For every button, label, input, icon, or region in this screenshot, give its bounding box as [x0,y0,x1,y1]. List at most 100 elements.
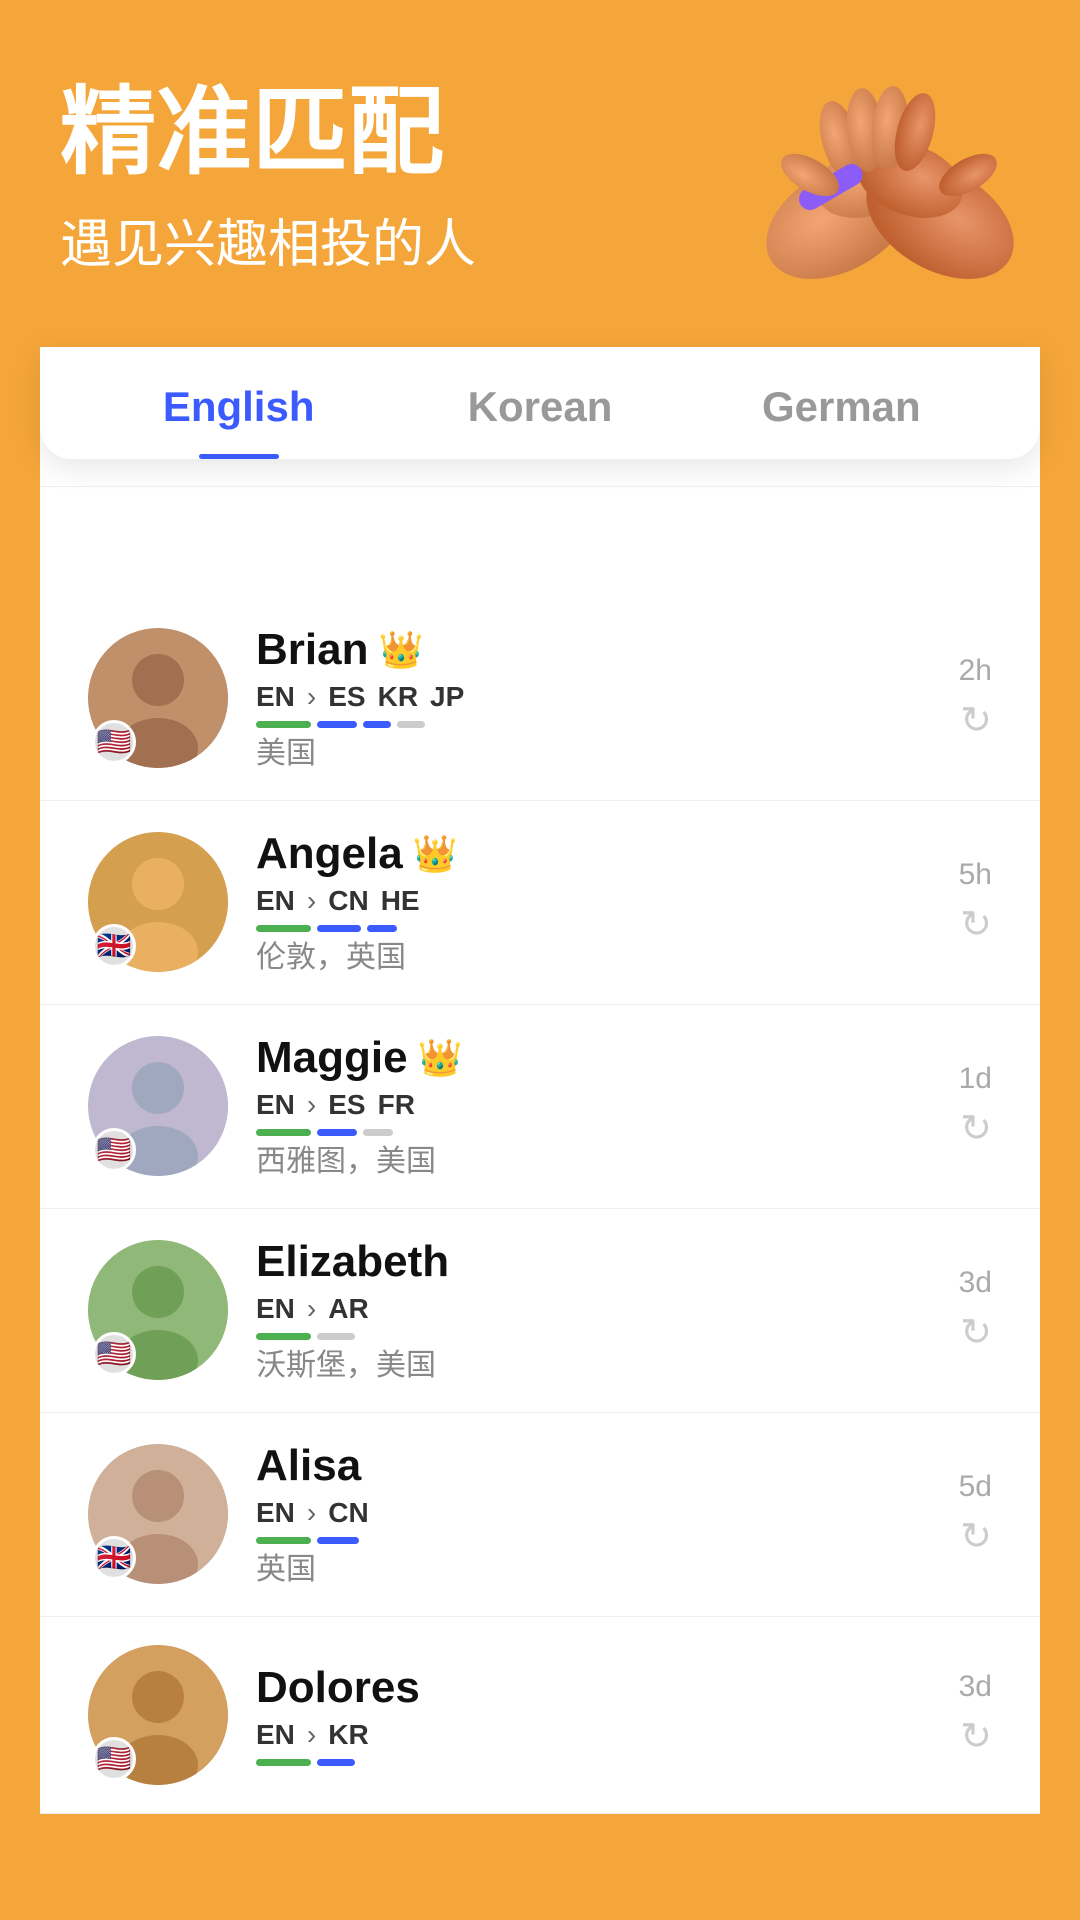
tab-english[interactable]: English [88,347,389,459]
refresh-icon[interactable]: ↻ [960,1310,992,1355]
proficiency-bars [256,1333,931,1340]
tab-korean[interactable]: Korean [389,347,690,459]
lang-to: KR [328,1719,368,1751]
proficiency-bar [256,1537,311,1544]
lang-from: EN [256,885,295,917]
avatar-wrap: 🇺🇸 [88,628,228,768]
lang-arrow-icon: › [307,1089,316,1121]
time-ago: 1d [959,1062,992,1096]
proficiency-bar [367,925,397,932]
lang-to: JP [430,681,464,713]
user-info: Angela 👑 EN ›CNHE 伦敦，英国 [256,829,931,976]
user-info: Maggie 👑 EN › ES FR 西雅图，美国 [256,1033,931,1180]
lang-from: EN [256,1089,295,1121]
lang-arrow-icon: › [307,1293,316,1325]
user-name-row: Maggie 👑 [256,1033,931,1083]
flag-badge: 🇺🇸 [92,1737,136,1781]
avatar-wrap: 🇬🇧 [88,832,228,972]
proficiency-bar [256,1333,311,1340]
tab-german[interactable]: German [691,347,992,459]
refresh-icon[interactable]: ↻ [960,1106,992,1151]
user-item[interactable]: 🇬🇧 Angela 👑 EN ›CNHE 伦敦，英国 5h ↻ [40,801,1040,1005]
lang-row: EN ›AR [256,1293,931,1325]
lang-from: EN [256,681,295,713]
lang-from: EN [256,1719,295,1751]
crown-icon: 👑 [413,833,458,875]
lang-row: EN ›ESKRJP [256,681,931,713]
user-item[interactable]: 🇬🇧 Alisa EN ›CN 英国 5d ↻ [40,1413,1040,1617]
flag-badge: 🇺🇸 [92,1128,136,1172]
time-ago: 3d [959,1670,992,1704]
lang-to: FR [378,1089,415,1121]
refresh-icon[interactable]: ↻ [960,1714,992,1759]
user-item[interactable]: 🇺🇸 Maggie 👑 EN › ES FR 西雅图，美国 1d ↻ [40,1005,1040,1209]
user-name: Dolores [256,1663,420,1713]
lang-arrow-icon: › [307,885,316,917]
lang-from: EN [256,1293,295,1325]
user-name-row: Alisa [256,1441,931,1491]
avatar-wrap: 🇺🇸 [88,1645,228,1785]
proficiency-bars [256,1129,931,1136]
proficiency-bar [317,1333,355,1340]
proficiency-bar [317,1129,357,1136]
user-info: Alisa EN ›CN 英国 [256,1441,931,1588]
proficiency-bar [317,1759,355,1766]
user-item[interactable]: 🇺🇸 Dolores EN › KR 3d ↻ [40,1617,1040,1814]
user-location: 英国 [256,1544,931,1588]
user-name: Alisa [256,1441,361,1491]
user-item[interactable]: 🇺🇸 Brian 👑 EN ›ESKRJP 美国 2h ↻ [40,597,1040,801]
flag-badge: 🇺🇸 [92,720,136,764]
proficiency-bars [256,721,931,728]
lang-row: EN › ES FR [256,1089,931,1121]
main-card: 系统匹配 ▾ 🔍 English Korean German 🇺🇸 [40,347,1040,1814]
language-tabs: English Korean German [40,347,1040,459]
refresh-icon[interactable]: ↻ [960,902,992,947]
proficiency-bars [256,1759,931,1766]
refresh-icon[interactable]: ↻ [960,698,992,743]
time-ago: 5d [959,1470,992,1504]
user-name: Elizabeth [256,1237,449,1287]
user-meta: 5d ↻ [959,1470,992,1559]
lang-row: EN › KR [256,1719,931,1751]
user-meta: 1d ↻ [959,1062,992,1151]
user-meta: 3d ↻ [959,1266,992,1355]
lang-to: ES [328,1089,365,1121]
lang-arrow-icon: › [307,1719,316,1751]
header-section: 精准匹配 遇见兴趣相投的人 [0,0,1080,317]
user-info: Dolores EN › KR [256,1663,931,1766]
flag-badge: 🇬🇧 [92,1536,136,1580]
user-info: Elizabeth EN ›AR 沃斯堡，美国 [256,1237,931,1384]
lang-to: CN [328,885,368,917]
crown-icon: 👑 [378,629,423,671]
proficiency-bar [256,925,311,932]
proficiency-bars [256,925,931,932]
refresh-icon[interactable]: ↻ [960,1514,992,1559]
proficiency-bars [256,1537,931,1544]
flag-badge: 🇺🇸 [92,1332,136,1376]
user-name-row: Angela 👑 [256,829,931,879]
proficiency-bar [256,1759,311,1766]
lang-row: EN ›CNHE [256,885,931,917]
proficiency-bar [317,1537,359,1544]
user-item[interactable]: 🇺🇸 Elizabeth EN ›AR 沃斯堡，美国 3d ↻ [40,1209,1040,1413]
user-name: Maggie [256,1033,408,1083]
user-meta: 2h ↻ [959,654,992,743]
user-name: Brian [256,625,368,675]
user-name: Angela [256,829,403,879]
lang-row: EN ›CN [256,1497,931,1529]
time-ago: 3d [959,1266,992,1300]
proficiency-bar [256,721,311,728]
lang-arrow-icon: › [307,1497,316,1529]
proficiency-bar [317,721,357,728]
lang-from: EN [256,1497,295,1529]
proficiency-bar [317,925,361,932]
user-info: Brian 👑 EN ›ESKRJP 美国 [256,625,931,772]
avatar-wrap: 🇬🇧 [88,1444,228,1584]
flag-badge: 🇬🇧 [92,924,136,968]
user-name-row: Elizabeth [256,1237,931,1287]
user-location: 西雅图，美国 [256,1136,931,1180]
time-ago: 5h [959,858,992,892]
proficiency-bar [363,1129,393,1136]
avatar-wrap: 🇺🇸 [88,1036,228,1176]
lang-to: ES [328,681,365,713]
